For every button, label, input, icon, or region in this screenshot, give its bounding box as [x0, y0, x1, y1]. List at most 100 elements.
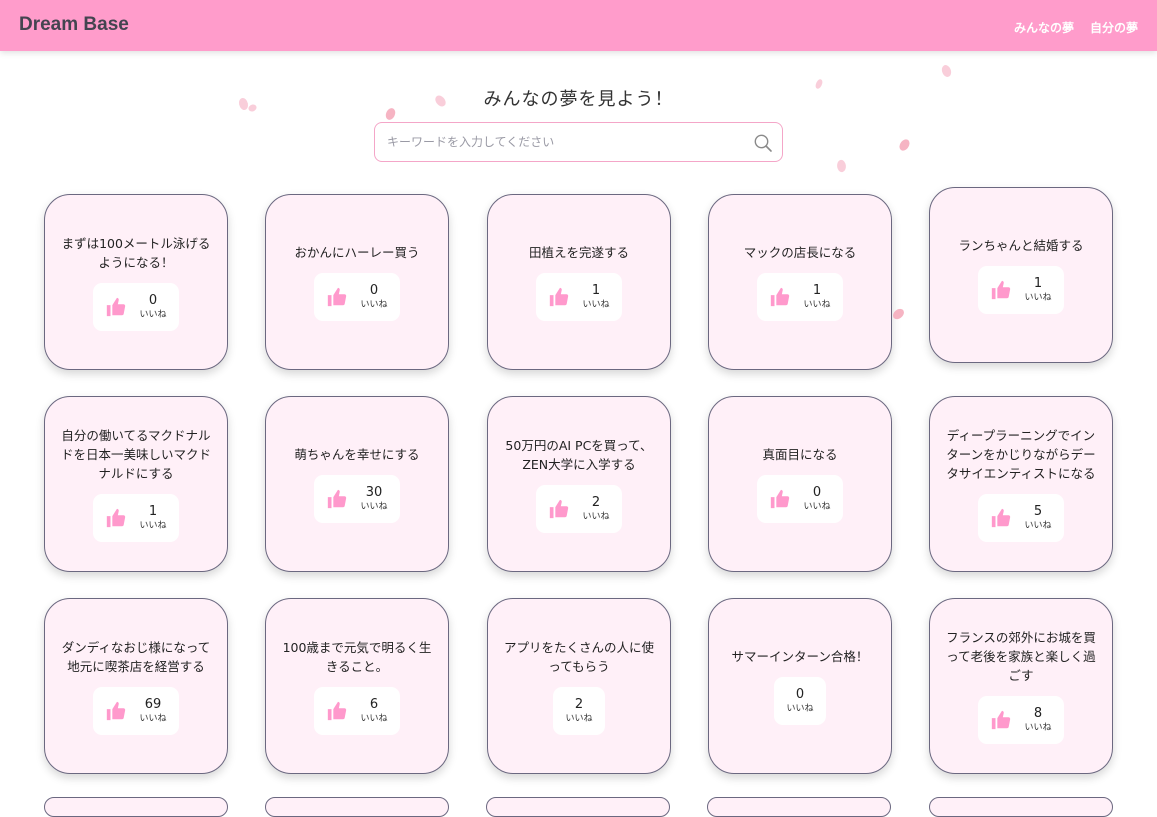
like-button[interactable]: 1 いいね [978, 266, 1064, 314]
like-label: いいね [1024, 293, 1052, 303]
like-count: 69 [144, 696, 162, 712]
dream-card-body: マックの店長になる 1 いいね [709, 195, 891, 369]
dream-card[interactable]: ディープラーニングでインターンをかじりながらデータサイエンティストになる 5 いいね [929, 396, 1113, 572]
dream-title: 萌ちゃんを幸せにする [294, 447, 420, 462]
nav-link-my-dreams[interactable]: 自分の夢 [1090, 19, 1138, 36]
dream-card[interactable]: ダンディなおじ様になって地元に喫茶店を経営する 69 いいね [44, 598, 228, 774]
dream-card[interactable]: 50万円のAI PCを買って、ZEN大学に入学する 2 いいね [487, 396, 671, 572]
dream-title: 自分の働いてるマクドナルドを日本一美味しいマクドナルドにする [61, 428, 211, 481]
thumbs-up-icon [107, 701, 126, 720]
card-peek [707, 797, 891, 817]
dream-card[interactable]: おかんにハーレー買う 0 いいね [265, 194, 449, 370]
like-info: 0 いいね [139, 293, 166, 321]
dream-card-body: 50万円のAI PCを買って、ZEN大学に入学する 2 いいね [488, 397, 670, 571]
brand-logo[interactable]: Dream Base [19, 14, 129, 36]
dream-title: ダンディなおじ様になって地元に喫茶店を経営する [61, 639, 211, 674]
card-peek [486, 797, 670, 817]
like-label: いいね [1024, 521, 1052, 531]
like-info: 0 いいね [803, 485, 830, 513]
dream-card-body: 100歳まで元気で明るく生きること。 6 いいね [266, 599, 448, 773]
like-count: 1 [591, 283, 601, 298]
like-count: 6 [369, 696, 379, 712]
like-label: いいね [360, 502, 388, 512]
like-label: いいね [139, 713, 167, 724]
dream-card[interactable]: 萌ちゃんを幸せにする 30 いいね [265, 396, 449, 572]
dream-card[interactable]: 田植えを完遂する 1 いいね [487, 194, 671, 370]
like-label: いいね [582, 300, 610, 310]
dream-title: 田植えを完遂する [528, 245, 629, 260]
nav-link-everyone-dreams[interactable]: みんなの夢 [1014, 19, 1074, 36]
dream-card[interactable]: 自分の働いてるマクドナルドを日本一美味しいマクドナルドにする 1 いいね [44, 396, 228, 572]
dream-card-body: まずは100メートル泳げるようになる！ 0 いいね [45, 195, 227, 369]
navbar: Dream Base みんなの夢 自分の夢 [0, 0, 1157, 51]
like-button[interactable]: 5 いいね [978, 494, 1064, 542]
thumbs-up-icon [992, 280, 1011, 300]
dream-title: ランちゃんと結婚する [958, 238, 1084, 253]
dream-card[interactable]: サマーインターン合格！ 0 いいね [708, 598, 892, 774]
dream-card-body: アプリをたくさんの人に使ってもらう 2 いいね [488, 599, 670, 773]
like-count: 1 [1033, 276, 1043, 291]
dream-card[interactable]: まずは100メートル泳げるようになる！ 0 いいね [44, 194, 228, 370]
like-info: 2 いいね [582, 495, 609, 523]
thumbs-up-icon [550, 499, 569, 518]
like-count: 2 [591, 494, 601, 510]
dream-card[interactable]: マックの店長になる 1 いいね [708, 194, 892, 370]
dream-card-body: ディープラーニングでインターンをかじりながらデータサイエンティストになる 5 いいね [930, 397, 1112, 571]
dream-title: ディープラーニングでインターンをかじりながらデータサイエンティストになる [946, 428, 1096, 481]
like-info: 1 いいね [582, 283, 609, 311]
page-title: みんなの夢を見よう！ [483, 89, 674, 110]
petal-decoration [891, 306, 906, 322]
dream-card-body: 真面目になる 0 いいね [709, 397, 891, 571]
nav-links: みんなの夢 自分の夢 [1014, 19, 1138, 36]
dream-title: アプリをたくさんの人に使ってもらう [504, 639, 654, 674]
like-label: いいね [803, 300, 831, 310]
dream-title: 50万円のAI PCを買って、ZEN大学に入学する [505, 437, 653, 472]
dream-card[interactable]: ランちゃんと結婚する 1 いいね [929, 187, 1113, 363]
dream-title: 真面目になる [762, 447, 838, 462]
like-button[interactable]: 0 いいね [774, 677, 826, 725]
like-count: 0 [148, 292, 158, 308]
like-info: 6 いいね [360, 697, 387, 725]
dream-card-body: 萌ちゃんを幸せにする 30 いいね [266, 397, 448, 571]
like-button[interactable]: 0 いいね [757, 475, 843, 523]
petal-decoration [898, 137, 911, 153]
like-info: 69 いいね [139, 697, 166, 725]
dream-card-body: フランスの郊外にお城を買って老後を家族と楽しく過ごす 8 いいね [930, 599, 1112, 773]
like-count: 8 [1033, 706, 1043, 721]
like-button[interactable]: 1 いいね [93, 494, 179, 542]
like-info: 2 いいね [565, 697, 592, 725]
like-button[interactable]: 30 いいね [314, 475, 400, 523]
like-count: 30 [365, 485, 383, 500]
like-label: いいね [582, 511, 610, 522]
like-button[interactable]: 2 いいね [536, 484, 622, 533]
like-button[interactable]: 0 いいね [314, 273, 400, 321]
dream-card[interactable]: 100歳まで元気で明るく生きること。 6 いいね [265, 598, 449, 774]
like-count: 5 [1033, 504, 1043, 519]
thumbs-up-icon [550, 287, 569, 307]
dream-card[interactable]: アプリをたくさんの人に使ってもらう 2 いいね [487, 598, 671, 774]
like-label: いいね [139, 521, 167, 531]
like-label: いいね [139, 309, 167, 320]
dream-card-body: 田植えを完遂する 1 いいね [488, 195, 670, 369]
petal-decoration [385, 107, 396, 121]
like-button[interactable]: 6 いいね [314, 686, 400, 735]
like-info: 0 いいね [360, 283, 387, 311]
dream-card-body: ランちゃんと結婚する 1 いいね [930, 188, 1112, 362]
search-icon[interactable] [753, 133, 773, 153]
like-button[interactable]: 0 いいね [93, 282, 179, 331]
like-button[interactable]: 1 いいね [757, 273, 843, 321]
like-button[interactable]: 69 いいね [93, 686, 179, 735]
dream-card-body: おかんにハーレー買う 0 いいね [266, 195, 448, 369]
like-count: 2 [574, 696, 584, 712]
dream-title: フランスの郊外にお城を買って老後を家族と楽しく過ごす [946, 630, 1096, 683]
search-input[interactable] [387, 123, 747, 161]
like-button[interactable]: 2 いいね [553, 686, 605, 735]
dream-card[interactable]: 真面目になる 0 いいね [708, 396, 892, 572]
thumbs-up-icon [992, 710, 1011, 730]
like-button[interactable]: 8 いいね [978, 696, 1064, 744]
dream-card[interactable]: フランスの郊外にお城を買って老後を家族と楽しく過ごす 8 いいね [929, 598, 1113, 774]
dream-title: おかんにハーレー買う [294, 245, 420, 260]
card-peek [265, 797, 449, 817]
thumbs-up-icon [107, 508, 126, 528]
like-button[interactable]: 1 いいね [536, 273, 622, 321]
